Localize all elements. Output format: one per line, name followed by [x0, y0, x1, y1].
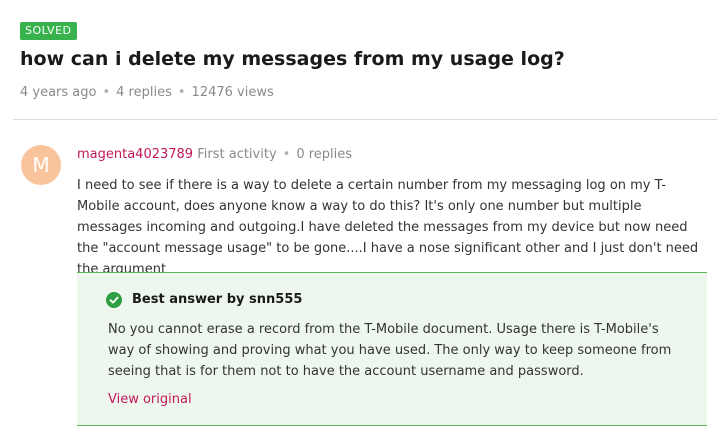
thread-title[interactable]: how can i delete my messages from my usa…	[20, 48, 565, 70]
thread-view-count: 12476 views	[191, 85, 274, 100]
check-circle-icon	[106, 292, 122, 308]
view-original-link[interactable]: View original	[108, 392, 192, 407]
meta-separator: •	[177, 85, 186, 100]
thread-reply-count: 4 replies	[116, 85, 172, 100]
thread-page: SOLVED how can i delete my messages from…	[0, 0, 717, 433]
avatar[interactable]: M	[21, 145, 61, 185]
thread-age: 4 years ago	[20, 85, 97, 100]
meta-separator: •	[282, 147, 291, 162]
best-answer-heading: Best answer by snn555	[132, 292, 303, 307]
header-divider	[13, 119, 717, 120]
solved-badge: SOLVED	[20, 22, 77, 40]
thread-meta: 4 years ago • 4 replies • 12476 views	[20, 85, 274, 100]
post-body: I need to see if there is a way to delet…	[77, 178, 699, 277]
post-username[interactable]: magenta4023789	[77, 147, 193, 162]
best-answer-body: No you cannot erase a record from the T-…	[108, 322, 672, 379]
post-reply-count: 0 replies	[296, 147, 353, 162]
meta-separator: •	[102, 85, 111, 100]
post-activity: First activity	[197, 147, 277, 162]
best-answer-box: Best answer by snn555 No you cannot eras…	[77, 272, 707, 426]
post-meta: magenta4023789 First activity • 0 replies	[77, 147, 352, 162]
